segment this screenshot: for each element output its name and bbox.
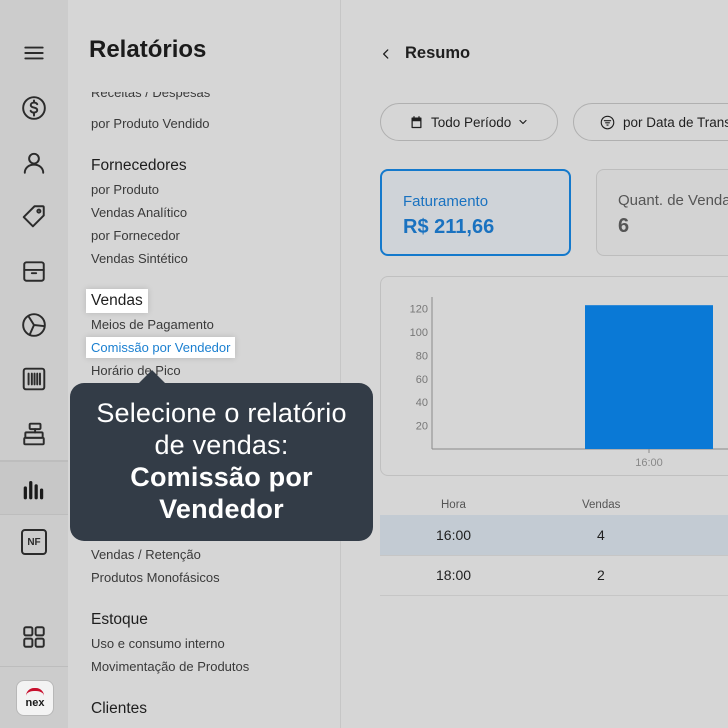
tooltip-line-2: de vendas:: [154, 430, 289, 460]
menu-item-produtos-monofasicos[interactable]: Produtos Monofásicos: [91, 570, 220, 585]
nf-icon-label: NF: [21, 529, 47, 555]
dollar-icon[interactable]: [0, 82, 68, 134]
box-icon[interactable]: [0, 245, 68, 297]
y-tick-label: 80: [416, 350, 428, 362]
apps-grid-icon[interactable]: [0, 611, 68, 663]
tag-icon[interactable]: [0, 190, 68, 242]
calendar-icon: [411, 115, 422, 128]
menu-item-por-produto-vendido[interactable]: por Produto Vendido: [91, 116, 210, 131]
card-faturamento[interactable]: Faturamento R$ 211,66: [380, 169, 571, 256]
tooltip-bold-2: Vendedor: [159, 494, 284, 524]
period-filter-label: Todo Período: [431, 114, 512, 130]
table-cell-hora: 18:00: [436, 567, 472, 583]
y-tick-label: 60: [416, 374, 428, 386]
table-row[interactable]: 18:00 2: [380, 555, 728, 596]
sales-chart-svg: 20 40 60 80 100 120 16:00: [410, 297, 728, 469]
section-fornecedores: Fornecedores: [91, 157, 187, 174]
menu-item-por-produto[interactable]: por Produto: [91, 182, 159, 197]
sales-chart: 20 40 60 80 100 120 16:00: [380, 276, 728, 476]
table-cell-vendas: 2: [597, 567, 605, 583]
reports-menu: Relatórios Receitas / Despesas por Produ…: [68, 0, 341, 728]
menu-item-clipped[interactable]: Receitas / Despesas: [91, 92, 291, 106]
y-tick-label: 40: [416, 397, 428, 409]
date-type-filter[interactable]: por Data de Transação: [573, 103, 728, 141]
page-title: Relatórios: [89, 36, 207, 63]
card-faturamento-label: Faturamento: [403, 193, 489, 210]
user-icon[interactable]: [0, 137, 68, 189]
tutorial-tooltip: Selecione o relatório de vendas: Comissã…: [70, 370, 373, 541]
nex-logo-mark: [26, 687, 44, 697]
menu-item-meios-de-pagamento[interactable]: Meios de Pagamento: [91, 317, 214, 332]
card-quant-vendas[interactable]: Quant. de Vendas 6: [596, 169, 728, 256]
nex-logo-text: nex: [25, 696, 45, 709]
pie-chart-icon[interactable]: [0, 299, 68, 351]
card-quant-vendas-label: Quant. de Vendas: [618, 192, 728, 209]
bar-chart-icon[interactable]: [0, 461, 68, 515]
report-content: Resumo Todo Período por Data de Transaçã…: [341, 0, 728, 728]
period-filter[interactable]: Todo Período: [380, 103, 558, 141]
cash-register-icon[interactable]: [0, 408, 68, 460]
y-tick-label: 120: [410, 304, 428, 316]
section-vendas: Vendas: [86, 289, 148, 313]
chevron-left-icon: [383, 48, 389, 59]
table-header-hora: Hora: [441, 499, 466, 511]
menu-item-uso-e-consumo-interno[interactable]: Uso e consumo interno: [91, 636, 225, 651]
tooltip-line-1: Selecione o relatório: [96, 398, 347, 428]
barcode-icon[interactable]: [0, 353, 68, 405]
x-tick-label: 16:00: [635, 457, 663, 469]
menu-item-vendas-analitico[interactable]: Vendas Analítico: [91, 205, 187, 220]
menu-item-comissao-por-vendedor[interactable]: Comissão por Vendedor: [86, 337, 236, 358]
y-tick-label: 20: [416, 421, 428, 433]
section-estoque: Estoque: [91, 611, 148, 628]
card-faturamento-value: R$ 211,66: [403, 216, 495, 238]
chevron-down-icon: [519, 119, 527, 125]
chart-bar: [585, 305, 713, 449]
table-header-vendas: Vendas: [582, 499, 621, 511]
table-cell-hora: 16:00: [436, 527, 472, 543]
section-clientes: Clientes: [91, 700, 147, 717]
filter-icon: [600, 115, 615, 129]
menu-item-movimentacao-de-produtos[interactable]: Movimentação de Produtos: [91, 659, 249, 674]
menu-item-vendas-sintetico[interactable]: Vendas Sintético: [91, 251, 188, 266]
menu-item-por-fornecedor[interactable]: por Fornecedor: [91, 228, 180, 243]
date-type-filter-label: por Data de Transação: [623, 114, 728, 130]
y-tick-label: 100: [410, 327, 428, 339]
tooltip-bold-1: Comissão por: [130, 462, 313, 492]
table-row[interactable]: 16:00 4: [380, 515, 728, 556]
table-cell-vendas: 4: [597, 527, 605, 543]
nf-icon[interactable]: NF: [0, 516, 68, 568]
back-label: Resumo: [405, 44, 471, 62]
menu-item-horario-de-pico[interactable]: Horário de Pico: [91, 363, 181, 378]
menu-icon[interactable]: [0, 27, 68, 79]
icon-rail: NF nex: [0, 0, 68, 728]
card-quant-vendas-value: 6: [618, 215, 630, 237]
nex-logo[interactable]: nex: [16, 680, 54, 716]
menu-item-vendas-retencao[interactable]: Vendas / Retenção: [91, 547, 201, 562]
back-button[interactable]: Resumo: [379, 44, 470, 63]
